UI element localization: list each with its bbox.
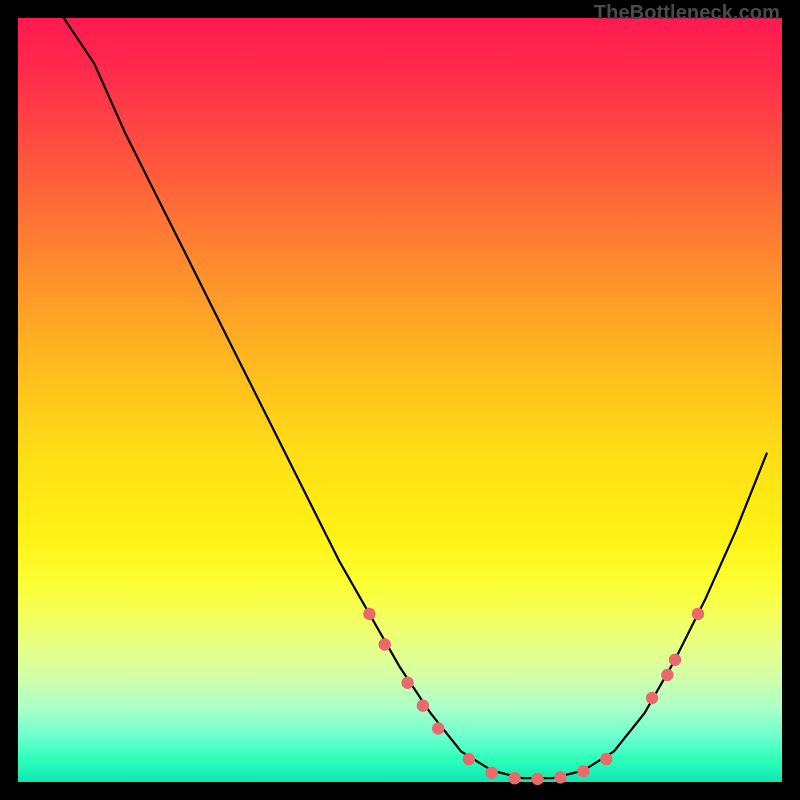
data-point xyxy=(401,677,413,689)
data-point xyxy=(669,654,681,666)
data-point xyxy=(661,669,673,681)
data-point xyxy=(692,608,704,620)
data-point xyxy=(646,692,658,704)
data-point xyxy=(531,773,543,785)
data-point xyxy=(432,722,444,734)
data-point xyxy=(508,772,520,784)
data-point xyxy=(463,753,475,765)
data-point xyxy=(486,767,498,779)
data-point xyxy=(577,765,589,777)
data-point xyxy=(554,771,566,783)
data-point xyxy=(600,753,612,765)
data-point xyxy=(379,638,391,650)
watermark-label: TheBottleneck.com xyxy=(594,2,780,25)
data-point xyxy=(417,699,429,711)
chart-container: TheBottleneck.com xyxy=(0,0,800,800)
bottleneck-curve xyxy=(64,18,767,778)
data-point xyxy=(363,608,375,620)
plot-area xyxy=(18,18,782,782)
data-points-group xyxy=(363,608,704,785)
chart-svg xyxy=(18,18,782,782)
